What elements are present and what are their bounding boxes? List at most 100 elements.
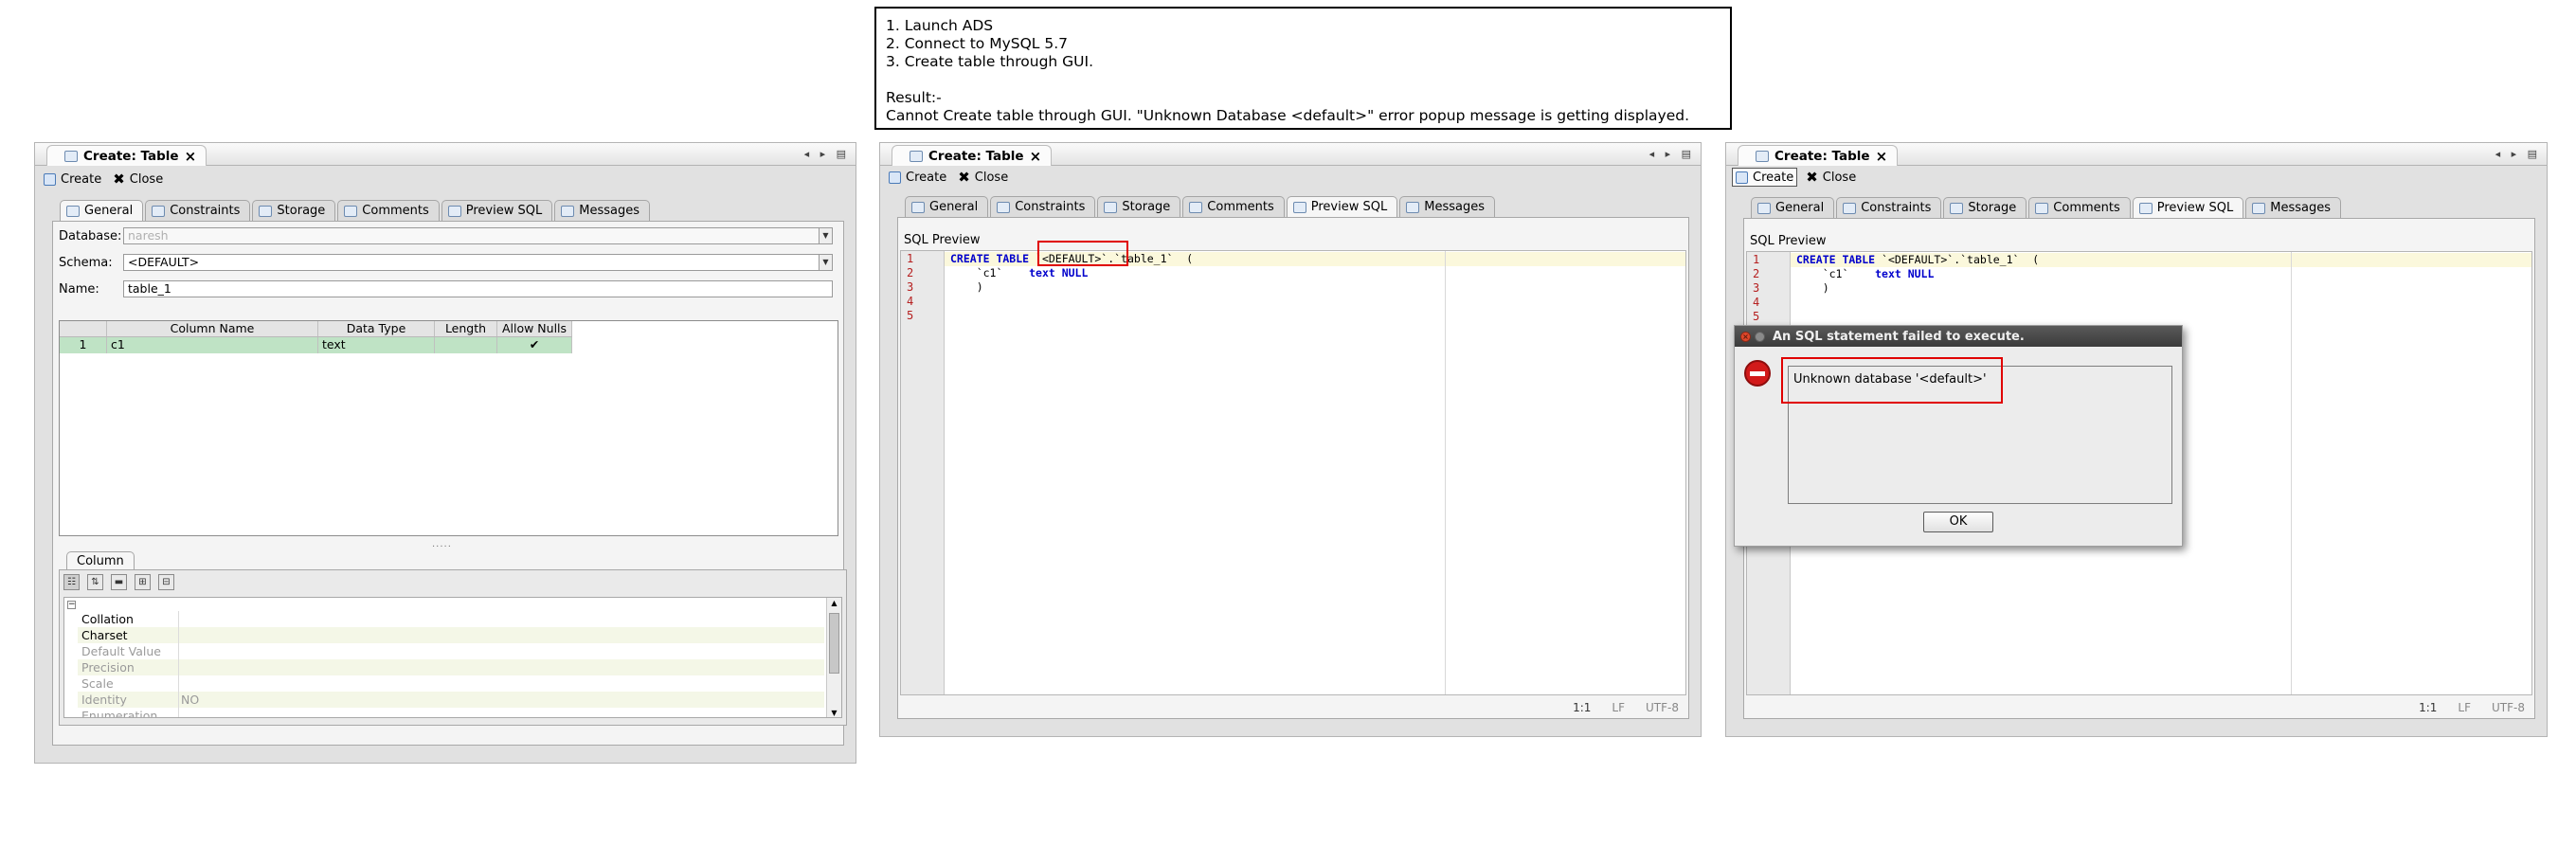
line-number: 1	[1753, 253, 1760, 266]
tab-preview-sql[interactable]: Preview SQL	[1286, 196, 1398, 217]
editor-toolbar: Create ✖ Close	[41, 170, 166, 189]
tab-label: Comments	[1207, 200, 1274, 214]
tab-storage[interactable]: Storage	[252, 200, 336, 221]
schema-token: `<DEFAULT>`	[1036, 252, 1108, 265]
tab-constraints[interactable]: Constraints	[145, 200, 251, 221]
tab-preview-sql[interactable]: Preview SQL	[2132, 197, 2244, 218]
header-allow-nulls[interactable]: Allow Nulls	[497, 321, 572, 336]
sort-icon[interactable]: ⇅	[87, 574, 103, 590]
tab-storage[interactable]: Storage	[1097, 196, 1181, 217]
prop-key: Collation	[78, 611, 179, 627]
panel-controls-icon[interactable]: ◂ ▸ ▤	[1649, 148, 1695, 160]
tab-general[interactable]: General	[60, 200, 144, 221]
tab-comments[interactable]: Comments	[337, 200, 440, 221]
close-button[interactable]: ✖ Close	[110, 170, 166, 189]
tab-general[interactable]: General	[905, 196, 989, 217]
editor-tab[interactable]: Create: Table ×	[1738, 145, 1899, 166]
cell-column-name[interactable]: c1	[107, 337, 318, 353]
table-row[interactable]: 1 c1 text ✔	[60, 337, 572, 353]
close-button[interactable]: ✖ Close	[955, 168, 1011, 187]
schema-select[interactable]: <DEFAULT> ▼	[123, 254, 833, 271]
tab-comments[interactable]: Comments	[1182, 196, 1285, 217]
filter-icon[interactable]: ⊟	[158, 574, 174, 590]
schema-label: Schema:	[59, 255, 113, 270]
chevron-down-icon: ▼	[819, 228, 832, 243]
close-icon[interactable]: ×	[1876, 149, 1888, 163]
close-icon: ✖	[1806, 169, 1818, 186]
line-number: 3	[907, 280, 914, 294]
close-icon[interactable]: ×	[1030, 149, 1042, 163]
close-icon[interactable]: ×	[1740, 331, 1751, 342]
tab-preview-sql[interactable]: Preview SQL	[441, 200, 553, 221]
tab-messages[interactable]: Messages	[2245, 197, 2341, 218]
database-select[interactable]: naresh ▼	[123, 227, 833, 244]
table-icon	[64, 150, 78, 162]
tab-label: Messages	[1424, 200, 1485, 214]
editor-title-bar: Create: Table × ◂ ▸ ▤	[1726, 143, 2547, 166]
prop-row[interactable]: Charset	[78, 627, 824, 643]
tab-label: Storage	[1122, 200, 1171, 214]
storage-icon	[1950, 202, 1964, 214]
tab-messages[interactable]: Messages	[1399, 196, 1495, 217]
vertical-scrollbar[interactable]: ▲ ▼	[826, 598, 841, 717]
code-line: CREATE TABLE `<DEFAULT>`.`table_1` (	[1796, 253, 2039, 267]
allow-nulls-checkbox[interactable]: ✔	[497, 337, 572, 353]
prop-value	[179, 627, 824, 643]
tab-label: Storage	[277, 204, 326, 218]
close-icon[interactable]: ×	[185, 149, 197, 163]
note-line	[886, 71, 1720, 89]
prop-row[interactable]: Scale	[78, 675, 824, 692]
prop-row[interactable]: Identity NO	[78, 692, 824, 708]
scroll-down-icon[interactable]: ▼	[827, 709, 841, 717]
collapse-toggle-icon[interactable]: −	[67, 601, 76, 609]
tab-label: Constraints	[1015, 200, 1086, 214]
prop-row[interactable]: Default Value	[78, 643, 824, 659]
dialog-title-bar: × An SQL statement failed to execute.	[1735, 326, 2182, 347]
close-button[interactable]: ✖ Close	[1803, 168, 1859, 187]
expand-icon[interactable]: ⊞	[135, 574, 151, 590]
ok-button[interactable]: OK	[1923, 512, 1993, 532]
tab-label: Preview SQL	[2156, 201, 2234, 215]
minimize-icon[interactable]	[1755, 331, 1765, 342]
scroll-thumb[interactable]	[829, 613, 839, 674]
tab-label: General	[1775, 201, 1825, 215]
create-button[interactable]: Create	[1732, 168, 1798, 187]
tab-comments[interactable]: Comments	[2028, 197, 2131, 218]
scroll-up-icon[interactable]: ▲	[827, 598, 841, 609]
sql-editor[interactable]: 1 2 3 4 5 CREATE TABLE `<DEFAULT>`.`tabl…	[900, 250, 1686, 695]
prop-row[interactable]: Collation	[78, 611, 824, 627]
collapse-icon[interactable]: ▬	[111, 574, 127, 590]
property-sheet: − Collation Charset Default Value Precis…	[63, 597, 842, 718]
categorized-icon[interactable]: ☷	[63, 574, 80, 590]
create-button[interactable]: Create	[41, 170, 104, 189]
header-length[interactable]: Length	[435, 321, 497, 336]
header-column-name[interactable]: Column Name	[107, 321, 318, 336]
editor-tab[interactable]: Create: Table ×	[892, 145, 1053, 166]
tab-general[interactable]: General	[1751, 197, 1835, 218]
prop-row[interactable]: Enumeration	[78, 708, 824, 717]
prop-key: Default Value	[78, 643, 179, 659]
comments-icon	[1189, 201, 1203, 213]
header-data-type[interactable]: Data Type	[318, 321, 435, 336]
tab-constraints[interactable]: Constraints	[1836, 197, 1942, 218]
create-button[interactable]: Create	[886, 168, 949, 187]
panel-controls-icon[interactable]: ◂ ▸ ▤	[804, 148, 850, 160]
tab-storage[interactable]: Storage	[1943, 197, 2027, 218]
tab-column[interactable]: Column	[66, 551, 135, 570]
prop-key: Enumeration	[78, 708, 179, 717]
cell-length[interactable]	[435, 337, 497, 353]
cell-data-type[interactable]: text	[318, 337, 435, 353]
line-number: 2	[907, 266, 914, 279]
error-stop-icon	[1744, 360, 1771, 387]
preview-icon	[1292, 201, 1306, 213]
tab-constraints[interactable]: Constraints	[990, 196, 1096, 217]
note-line: Result:-	[886, 89, 942, 106]
tab-messages[interactable]: Messages	[554, 200, 650, 221]
columns-grid[interactable]: Column Name Data Type Length Allow Nulls…	[59, 320, 838, 536]
note-line: 3. Create table through GUI.	[886, 53, 1094, 70]
editor-tab[interactable]: Create: Table ×	[46, 145, 207, 166]
prop-row[interactable]: Precision	[78, 659, 824, 675]
panel-controls-icon[interactable]: ◂ ▸ ▤	[2495, 148, 2541, 160]
prop-value	[179, 659, 824, 675]
name-input[interactable]: table_1	[123, 280, 833, 297]
